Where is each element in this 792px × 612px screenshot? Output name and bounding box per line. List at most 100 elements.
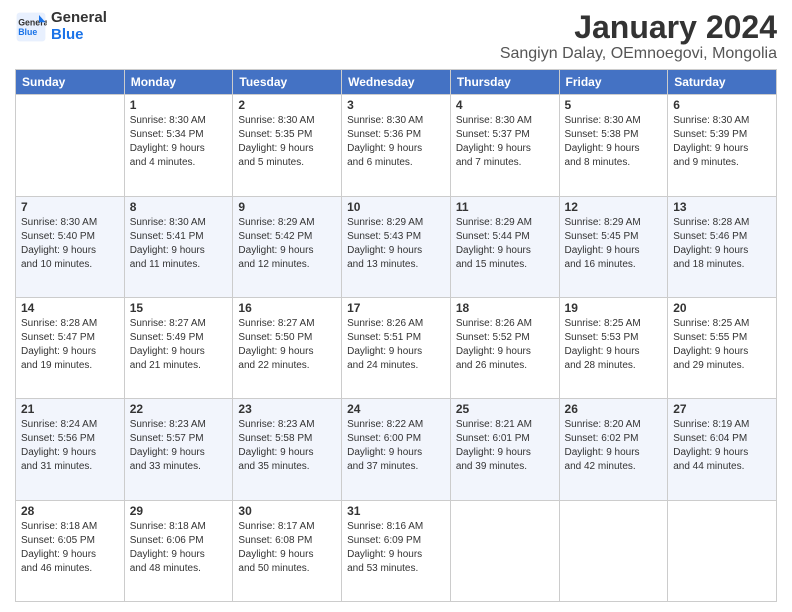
calendar-cell: 17 Sunrise: 8:26 AM Sunset: 5:51 PM Dayli…: [342, 297, 451, 398]
calendar-cell: 6 Sunrise: 8:30 AM Sunset: 5:39 PM Daylig…: [668, 95, 777, 196]
cell-info: Sunrise: 8:16 AM Sunset: 6:09 PM Dayligh…: [347, 520, 445, 576]
cell-day-number: 9: [238, 200, 336, 214]
calendar-table: SundayMondayTuesdayWednesdayThursdayFrid…: [15, 69, 777, 602]
cell-info: Sunrise: 8:28 AM Sunset: 5:46 PM Dayligh…: [673, 216, 771, 272]
calendar-cell: 19 Sunrise: 8:25 AM Sunset: 5:53 PM Dayli…: [559, 297, 668, 398]
calendar-cell: 7 Sunrise: 8:30 AM Sunset: 5:40 PM Daylig…: [16, 196, 125, 297]
weekday-header: Friday: [559, 70, 668, 95]
cell-day-number: 19: [565, 301, 663, 315]
calendar-cell: 15Sunrise: 8:27 AM Sunset: 5:49 PM Dayli…: [124, 297, 233, 398]
cell-info: Sunrise: 8:30 AM Sunset: 5:35 PM Dayligh…: [238, 114, 336, 170]
calendar-cell: 9 Sunrise: 8:29 AM Sunset: 5:42 PM Daylig…: [233, 196, 342, 297]
cell-info: Sunrise: 8:30 AM Sunset: 5:34 PM Dayligh…: [130, 114, 228, 170]
calendar-cell: 27Sunrise: 8:19 AM Sunset: 6:04 PM Dayli…: [668, 399, 777, 500]
cell-day-number: 24: [347, 402, 445, 416]
calendar-cell: 10 Sunrise: 8:29 AM Sunset: 5:43 PM Dayli…: [342, 196, 451, 297]
header: General Blue General Blue January 2024 S…: [15, 10, 777, 63]
cell-day-number: 16: [238, 301, 336, 315]
cell-day-number: 14: [21, 301, 119, 315]
weekday-header: Wednesday: [342, 70, 451, 95]
cell-info: Sunrise: 8:26 AM Sunset: 5:52 PM Dayligh…: [456, 317, 554, 373]
title-block: January 2024 Sangiyn Dalay, OEmnoegovi, …: [500, 10, 777, 63]
cell-info: Sunrise: 8:30 AM Sunset: 5:39 PM Dayligh…: [673, 114, 771, 170]
calendar-cell: 8 Sunrise: 8:30 AM Sunset: 5:41 PM Daylig…: [124, 196, 233, 297]
cell-info: Sunrise: 8:22 AM Sunset: 6:00 PM Dayligh…: [347, 418, 445, 474]
cell-day-number: 5: [565, 98, 663, 112]
cell-day-number: 21: [21, 402, 119, 416]
cell-day-number: 8: [130, 200, 228, 214]
calendar-cell: 14 Sunrise: 8:28 AM Sunset: 5:47 PM Dayli…: [16, 297, 125, 398]
calendar-week-row: 28 Sunrise: 8:18 AM Sunset: 6:05 PM Dayli…: [16, 500, 777, 601]
calendar-cell: 24 Sunrise: 8:22 AM Sunset: 6:00 PM Dayli…: [342, 399, 451, 500]
calendar-cell: 13 Sunrise: 8:28 AM Sunset: 5:46 PM Dayli…: [668, 196, 777, 297]
calendar-week-row: 21 Sunrise: 8:24 AM Sunset: 5:56 PM Dayli…: [16, 399, 777, 500]
cell-day-number: 30: [238, 504, 336, 518]
calendar-cell: 29 Sunrise: 8:18 AM Sunset: 6:06 PM Dayli…: [124, 500, 233, 601]
calendar-week-row: 1 Sunrise: 8:30 AM Sunset: 5:34 PM Daylig…: [16, 95, 777, 196]
calendar-week-row: 14 Sunrise: 8:28 AM Sunset: 5:47 PM Dayli…: [16, 297, 777, 398]
calendar-cell: 26Sunrise: 8:20 AM Sunset: 6:02 PM Dayli…: [559, 399, 668, 500]
cell-info: Sunrise: 8:30 AM Sunset: 5:40 PM Dayligh…: [21, 216, 119, 272]
cell-day-number: 17: [347, 301, 445, 315]
cell-info: Sunrise: 8:30 AM Sunset: 5:41 PM Dayligh…: [130, 216, 228, 272]
cell-day-number: 7: [21, 200, 119, 214]
cell-day-number: 20: [673, 301, 771, 315]
calendar-cell: 25Sunrise: 8:21 AM Sunset: 6:01 PM Dayli…: [450, 399, 559, 500]
svg-text:General: General: [18, 17, 47, 27]
cell-day-number: 13: [673, 200, 771, 214]
cell-info: Sunrise: 8:29 AM Sunset: 5:45 PM Dayligh…: [565, 216, 663, 272]
calendar-cell: 2 Sunrise: 8:30 AM Sunset: 5:35 PM Daylig…: [233, 95, 342, 196]
calendar-header-row: SundayMondayTuesdayWednesdayThursdayFrid…: [16, 70, 777, 95]
cell-info: Sunrise: 8:18 AM Sunset: 6:05 PM Dayligh…: [21, 520, 119, 576]
cell-day-number: 1: [130, 98, 228, 112]
cell-day-number: 31: [347, 504, 445, 518]
calendar-week-row: 7 Sunrise: 8:30 AM Sunset: 5:40 PM Daylig…: [16, 196, 777, 297]
cell-info: Sunrise: 8:26 AM Sunset: 5:51 PM Dayligh…: [347, 317, 445, 373]
cell-day-number: 3: [347, 98, 445, 112]
calendar-cell: [559, 500, 668, 601]
calendar-cell: 18 Sunrise: 8:26 AM Sunset: 5:52 PM Dayli…: [450, 297, 559, 398]
cell-info: Sunrise: 8:17 AM Sunset: 6:08 PM Dayligh…: [238, 520, 336, 576]
svg-text:Blue: Blue: [18, 27, 37, 37]
page: General Blue General Blue January 2024 S…: [0, 0, 792, 612]
cell-info: Sunrise: 8:24 AM Sunset: 5:56 PM Dayligh…: [21, 418, 119, 474]
cell-info: Sunrise: 8:27 AM Sunset: 5:50 PM Dayligh…: [238, 317, 336, 373]
weekday-header: Thursday: [450, 70, 559, 95]
cell-day-number: 10: [347, 200, 445, 214]
logo-icon: General Blue: [15, 11, 47, 43]
main-title: January 2024: [500, 10, 777, 45]
weekday-header: Sunday: [16, 70, 125, 95]
cell-info: Sunrise: 8:20 AM Sunset: 6:02 PM Dayligh…: [565, 418, 663, 474]
cell-info: Sunrise: 8:25 AM Sunset: 5:53 PM Dayligh…: [565, 317, 663, 373]
cell-day-number: 18: [456, 301, 554, 315]
calendar-cell: 3Sunrise: 8:30 AM Sunset: 5:36 PM Daylig…: [342, 95, 451, 196]
weekday-header: Saturday: [668, 70, 777, 95]
cell-info: Sunrise: 8:23 AM Sunset: 5:57 PM Dayligh…: [130, 418, 228, 474]
calendar-cell: [16, 95, 125, 196]
cell-info: Sunrise: 8:25 AM Sunset: 5:55 PM Dayligh…: [673, 317, 771, 373]
logo: General Blue General Blue: [15, 10, 107, 43]
cell-day-number: 29: [130, 504, 228, 518]
cell-day-number: 28: [21, 504, 119, 518]
cell-day-number: 4: [456, 98, 554, 112]
cell-info: Sunrise: 8:23 AM Sunset: 5:58 PM Dayligh…: [238, 418, 336, 474]
calendar-cell: 28 Sunrise: 8:18 AM Sunset: 6:05 PM Dayli…: [16, 500, 125, 601]
cell-info: Sunrise: 8:29 AM Sunset: 5:43 PM Dayligh…: [347, 216, 445, 272]
cell-day-number: 12: [565, 200, 663, 214]
cell-info: Sunrise: 8:27 AM Sunset: 5:49 PM Dayligh…: [130, 317, 228, 373]
cell-day-number: 11: [456, 200, 554, 214]
weekday-header: Monday: [124, 70, 233, 95]
cell-info: Sunrise: 8:30 AM Sunset: 5:37 PM Dayligh…: [456, 114, 554, 170]
calendar-cell: 5 Sunrise: 8:30 AM Sunset: 5:38 PM Daylig…: [559, 95, 668, 196]
cell-day-number: 2: [238, 98, 336, 112]
cell-day-number: 6: [673, 98, 771, 112]
cell-info: Sunrise: 8:18 AM Sunset: 6:06 PM Dayligh…: [130, 520, 228, 576]
subtitle: Sangiyn Dalay, OEmnoegovi, Mongolia: [500, 45, 777, 63]
cell-info: Sunrise: 8:29 AM Sunset: 5:44 PM Dayligh…: [456, 216, 554, 272]
cell-info: Sunrise: 8:30 AM Sunset: 5:38 PM Dayligh…: [565, 114, 663, 170]
cell-info: Sunrise: 8:28 AM Sunset: 5:47 PM Dayligh…: [21, 317, 119, 373]
cell-info: Sunrise: 8:19 AM Sunset: 6:04 PM Dayligh…: [673, 418, 771, 474]
calendar-cell: 4 Sunrise: 8:30 AM Sunset: 5:37 PM Daylig…: [450, 95, 559, 196]
calendar-cell: 12 Sunrise: 8:29 AM Sunset: 5:45 PM Dayli…: [559, 196, 668, 297]
cell-info: Sunrise: 8:29 AM Sunset: 5:42 PM Dayligh…: [238, 216, 336, 272]
